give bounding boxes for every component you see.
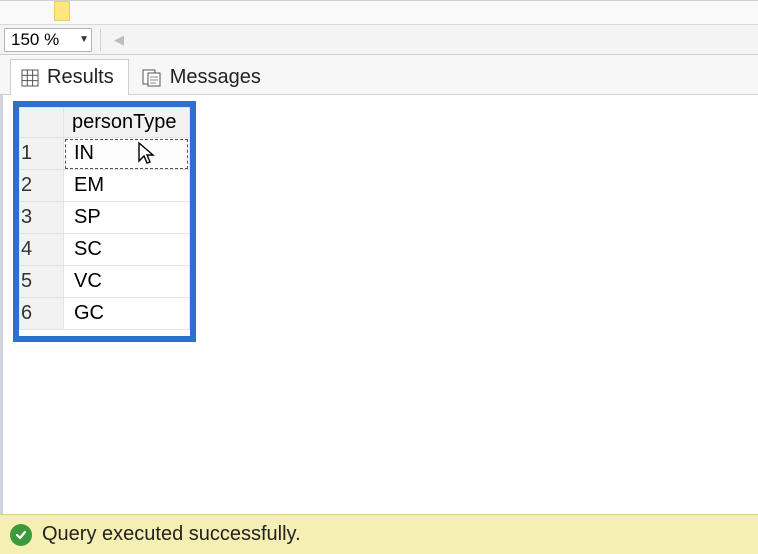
- corner-cell[interactable]: [20, 108, 64, 138]
- cell-persontype[interactable]: GC: [64, 298, 190, 330]
- status-message: Query executed successfully.: [42, 523, 301, 546]
- header-row: personType: [20, 108, 190, 138]
- highlight-swatch: [54, 1, 70, 21]
- nav-prev-button[interactable]: ◀: [109, 30, 129, 50]
- table-row[interactable]: 5 VC: [20, 266, 190, 298]
- tab-results[interactable]: Results: [10, 59, 129, 95]
- chevron-down-icon: ▼: [79, 34, 89, 45]
- triangle-left-icon: ◀: [114, 32, 124, 48]
- results-tabbar: Results Messages: [0, 55, 758, 95]
- tab-messages-label: Messages: [170, 66, 261, 89]
- table-row[interactable]: 2 EM: [20, 170, 190, 202]
- cell-persontype[interactable]: VC: [64, 266, 190, 298]
- zoom-toolbar: 150 % ▼ ◀: [0, 25, 758, 55]
- tab-results-label: Results: [47, 66, 114, 89]
- grid-icon: [21, 69, 39, 87]
- zoom-combo[interactable]: 150 % ▼: [4, 28, 92, 52]
- success-icon: [10, 524, 32, 546]
- cell-persontype[interactable]: SP: [64, 202, 190, 234]
- row-number[interactable]: 4: [20, 234, 64, 266]
- cell-persontype[interactable]: IN: [64, 138, 190, 170]
- cell-value: IN: [74, 142, 94, 164]
- cell-persontype[interactable]: EM: [64, 170, 190, 202]
- row-number[interactable]: 6: [20, 298, 64, 330]
- results-area: personType 1 IN 2 EM: [0, 95, 758, 514]
- separator: [100, 29, 101, 51]
- highlight-box: personType 1 IN 2 EM: [13, 101, 196, 342]
- results-grid[interactable]: personType 1 IN 2 EM: [19, 107, 190, 330]
- row-number[interactable]: 5: [20, 266, 64, 298]
- row-number[interactable]: 3: [20, 202, 64, 234]
- cursor-icon: [137, 141, 155, 171]
- table-row[interactable]: 6 GC: [20, 298, 190, 330]
- tab-messages[interactable]: Messages: [131, 59, 276, 95]
- ssms-results-pane: 150 % ▼ ◀ Results: [0, 0, 758, 554]
- table-row[interactable]: 4 SC: [20, 234, 190, 266]
- cell-persontype[interactable]: SC: [64, 234, 190, 266]
- table-row[interactable]: 1 IN: [20, 138, 190, 170]
- status-bar: Query executed successfully.: [0, 514, 758, 554]
- zoom-value: 150 %: [11, 30, 59, 50]
- editor-strip: [0, 1, 758, 25]
- row-number[interactable]: 1: [20, 138, 64, 170]
- table-row[interactable]: 3 SP: [20, 202, 190, 234]
- column-header-persontype[interactable]: personType: [64, 108, 190, 138]
- messages-icon: [142, 69, 162, 87]
- row-number[interactable]: 2: [20, 170, 64, 202]
